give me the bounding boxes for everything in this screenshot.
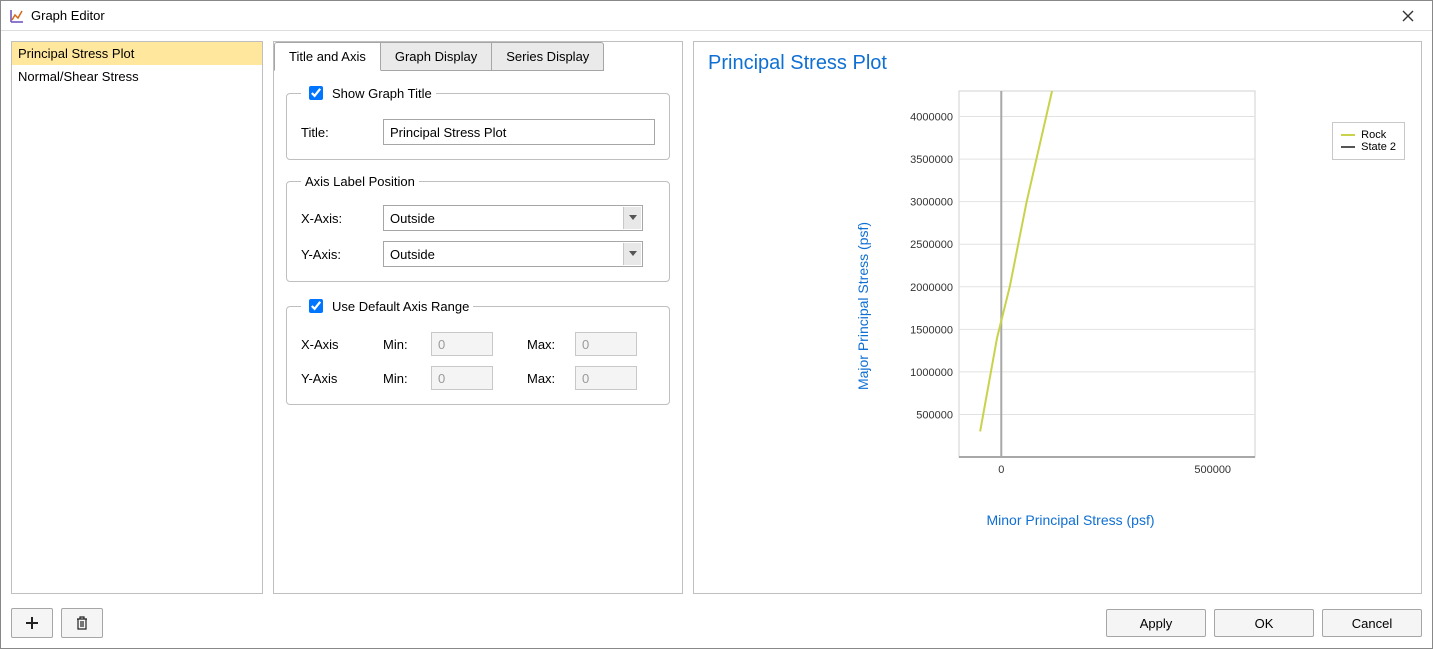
svg-text:500000: 500000 [916,409,953,421]
yaxis-range-label: Y-Axis [301,371,373,386]
plus-icon [25,616,39,630]
chart-xlabel: Minor Principal Stress (psf) [881,512,1261,528]
yaxis-position-select[interactable]: Outside [383,241,643,267]
svg-text:1500000: 1500000 [910,324,953,336]
window-title: Graph Editor [31,8,105,23]
xmax-input[interactable] [575,332,637,356]
tab-series-display[interactable]: Series Display [492,42,604,71]
axis-label-position-legend: Axis Label Position [301,174,419,189]
svg-text:0: 0 [998,464,1004,476]
ymin-label: Min: [383,371,421,386]
svg-text:3000000: 3000000 [910,197,953,209]
graph-list-panel: Principal Stress PlotNormal/Shear Stress [11,41,263,594]
svg-text:4000000: 4000000 [910,112,953,124]
svg-text:3500000: 3500000 [910,154,953,166]
ymax-input[interactable] [575,366,637,390]
xmax-label: Max: [527,337,565,352]
apply-button[interactable]: Apply [1106,609,1206,637]
show-title-checkbox-label: Show Graph Title [332,86,432,101]
cancel-button[interactable]: Cancel [1322,609,1422,637]
show-title-group: Show Graph Title Title: [286,83,670,160]
graph-listbox[interactable]: Principal Stress PlotNormal/Shear Stress [11,41,263,594]
graph-editor-window: Graph Editor Principal Stress PlotNormal… [0,0,1433,649]
xaxis-range-label: X-Axis [301,337,373,352]
chart-ylabel: Major Principal Stress (psf) [855,222,871,390]
tab-graph-display[interactable]: Graph Display [381,42,492,71]
chart-legend: RockState 2 [1332,122,1405,160]
delete-graph-button[interactable] [61,608,103,638]
add-graph-button[interactable] [11,608,53,638]
yaxis-position-value: Outside [390,247,435,262]
list-item[interactable]: Principal Stress Plot [12,42,262,65]
axis-range-group: Use Default Axis Range X-Axis Min: Max: … [286,296,670,405]
ymax-label: Max: [527,371,565,386]
ymin-input[interactable] [431,366,493,390]
settings-body: Show Graph Title Title: Axis Label Posit… [274,71,682,431]
chevron-down-icon [623,207,641,229]
xaxis-position-label: X-Axis: [301,211,373,226]
svg-text:1000000: 1000000 [910,367,953,379]
chart-title: Principal Stress Plot [708,52,1407,75]
xaxis-position-value: Outside [390,211,435,226]
svg-text:500000: 500000 [1194,464,1231,476]
title-input[interactable] [383,119,655,145]
titlebar: Graph Editor [1,1,1432,31]
list-item[interactable]: Normal/Shear Stress [12,65,262,88]
chevron-down-icon [623,243,641,265]
svg-text:2000000: 2000000 [910,282,953,294]
dialog-footer: Apply OK Cancel [1,604,1432,648]
xmin-label: Min: [383,337,421,352]
close-icon [1402,10,1414,22]
chart-plot: 500000 1000000 1500000 2000000 2500000 300000… [881,85,1261,485]
svg-text:2500000: 2500000 [910,239,953,251]
show-title-checkbox[interactable] [309,86,323,100]
settings-panel: Title and AxisGraph DisplaySeries Displa… [273,41,683,594]
title-label: Title: [301,125,373,140]
xmin-input[interactable] [431,332,493,356]
settings-tabs: Title and AxisGraph DisplaySeries Displa… [274,42,682,71]
xaxis-position-select[interactable]: Outside [383,205,643,231]
legend-item: State 2 [1341,141,1396,153]
ok-button[interactable]: OK [1214,609,1314,637]
axis-label-position-group: Axis Label Position X-Axis: Outside Y-Ax… [286,174,670,282]
default-range-checkbox-label: Use Default Axis Range [332,299,469,314]
app-icon [9,8,25,24]
legend-item: Rock [1341,129,1396,141]
tab-title-and-axis[interactable]: Title and Axis [274,42,381,71]
preview-panel: Principal Stress Plot RockState 2 Major … [693,41,1422,594]
default-range-checkbox[interactable] [309,299,323,313]
yaxis-position-label: Y-Axis: [301,247,373,262]
trash-icon [75,616,89,630]
close-button[interactable] [1392,1,1424,31]
